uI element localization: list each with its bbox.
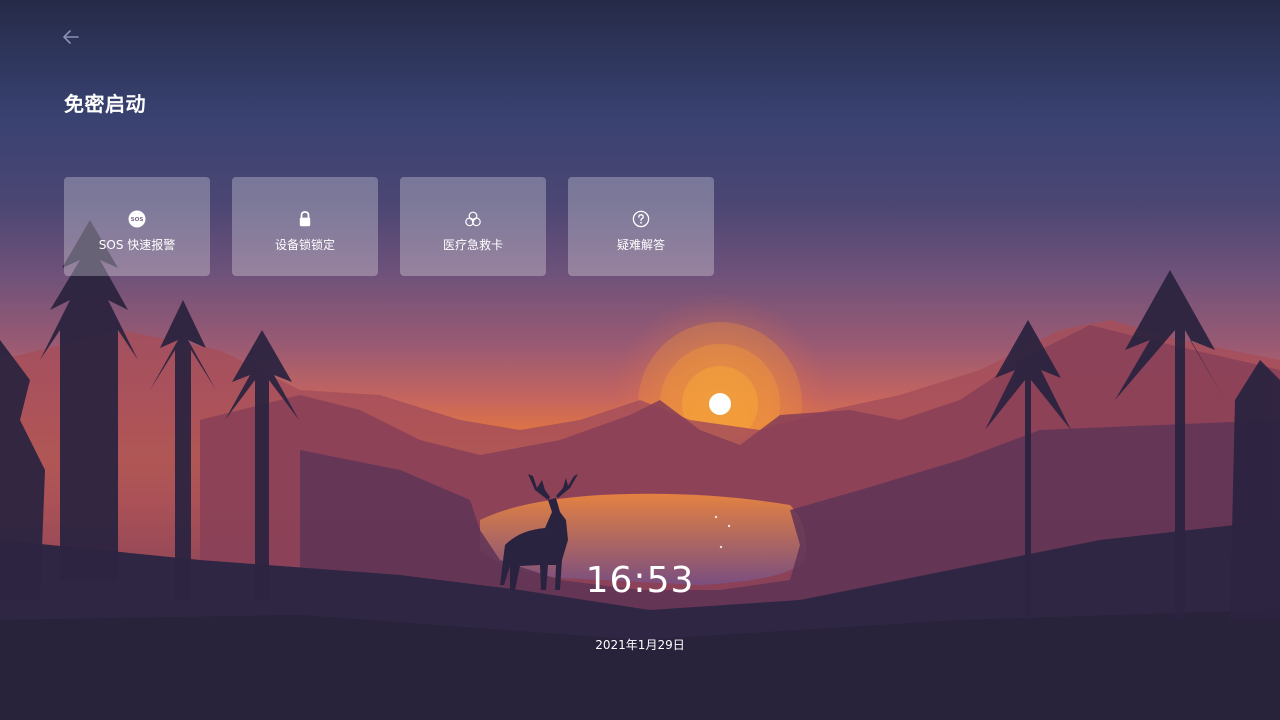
help-circle-icon [632,210,650,228]
lock-screen: 免密启动 SOS SOS 快速报警 设备锁锁定 医疗急救卡 疑难解答 16:53… [0,0,1280,720]
medical-card[interactable]: 医疗急救卡 [400,177,546,276]
sos-icon: SOS [128,210,146,228]
biohazard-icon [464,210,482,228]
sos-alarm-label: SOS 快速报警 [98,238,176,252]
sun [709,393,731,415]
arrow-left-icon [63,30,79,44]
clock-time: 16:53 [585,560,695,601]
quick-action-cards: SOS SOS 快速报警 设备锁锁定 医疗急救卡 疑难解答 [64,177,714,276]
svg-text:SOS: SOS [131,217,144,223]
wallpaper-landscape [0,220,1280,720]
sos-alarm-card[interactable]: SOS SOS 快速报警 [64,177,210,276]
clock-date: 2021年1月29日 [595,638,685,652]
troubleshoot-label: 疑难解答 [616,238,665,252]
device-lock-card[interactable]: 设备锁锁定 [232,177,378,276]
medical-card-label: 医疗急救卡 [442,238,503,252]
page-title: 免密启动 [64,92,146,116]
troubleshoot-card[interactable]: 疑难解答 [568,177,714,276]
back-button[interactable] [58,25,84,49]
device-lock-label: 设备锁锁定 [274,238,335,252]
lock-icon [296,210,314,228]
